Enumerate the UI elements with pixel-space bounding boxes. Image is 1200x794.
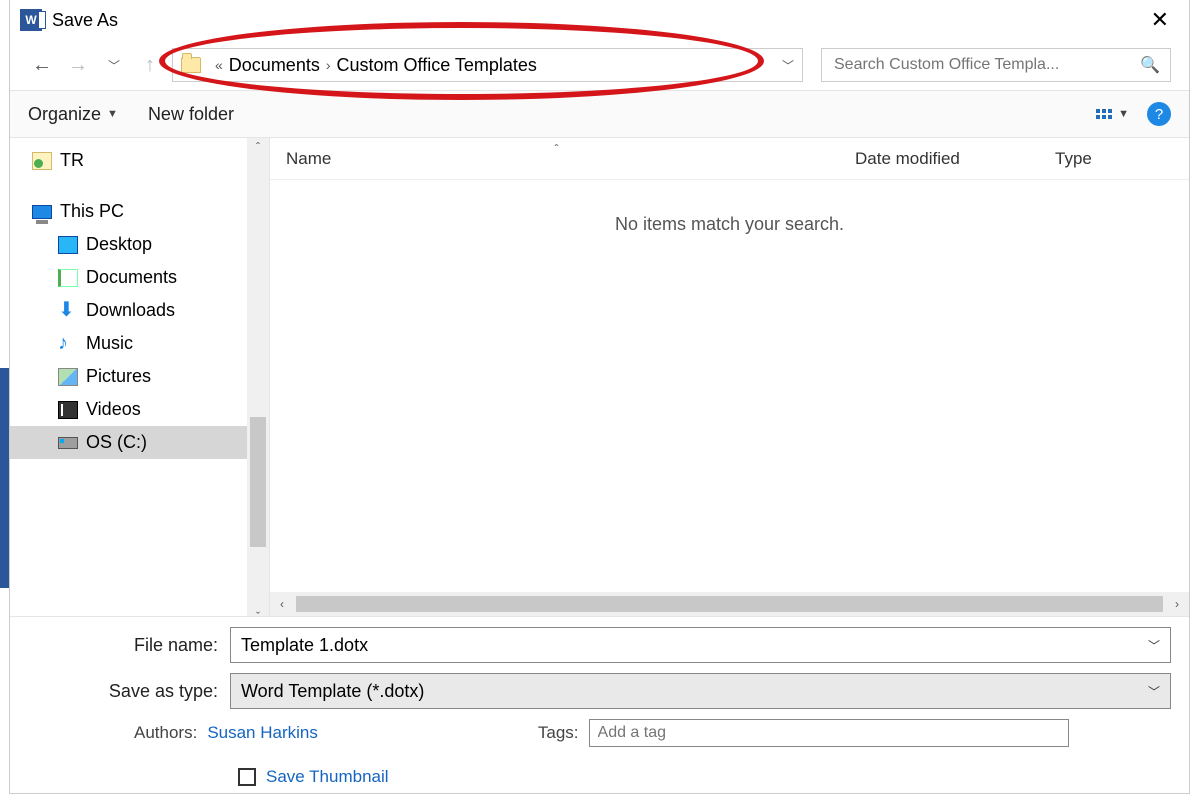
- address-bar[interactable]: « Documents › Custom Office Templates ﹀: [172, 48, 803, 82]
- column-date[interactable]: Date modified: [839, 149, 1039, 169]
- chevron-icon: «: [215, 57, 223, 73]
- tree-label: Downloads: [86, 300, 175, 321]
- window-title: Save As: [52, 10, 118, 31]
- scroll-up-icon[interactable]: ˆ: [247, 140, 269, 154]
- nav-back-button[interactable]: ←: [28, 51, 56, 79]
- titlebar: W Save As ✕: [10, 0, 1189, 40]
- tree-item-music[interactable]: ♪ Music: [10, 327, 269, 360]
- empty-message: No items match your search.: [270, 214, 1189, 235]
- column-name-label: Name: [286, 149, 331, 168]
- tree-label: Pictures: [86, 366, 151, 387]
- column-headers: Name ˆ Date modified Type: [270, 138, 1189, 180]
- new-folder-button[interactable]: New folder: [148, 104, 234, 125]
- pc-icon: [32, 205, 52, 219]
- scroll-left-icon[interactable]: ‹: [270, 592, 294, 616]
- breadcrumb-parent[interactable]: Documents: [229, 55, 320, 76]
- word-icon: W: [20, 9, 42, 31]
- chevron-down-icon: ▼: [1118, 108, 1129, 120]
- authors-value[interactable]: Susan Harkins: [207, 723, 318, 743]
- column-date-label: Date modified: [855, 149, 960, 168]
- view-options-button[interactable]: ▼: [1096, 108, 1129, 120]
- pictures-icon: [58, 368, 78, 386]
- scroll-thumb[interactable]: [250, 417, 266, 547]
- savetype-label: Save as type:: [28, 681, 218, 702]
- scroll-down-icon[interactable]: ˬ: [247, 600, 269, 614]
- search-icon[interactable]: 🔍: [1140, 55, 1160, 75]
- tree-label: Desktop: [86, 234, 152, 255]
- tree-label: OS (C:): [86, 432, 147, 453]
- tree-item-documents[interactable]: Documents: [10, 261, 269, 294]
- save-thumbnail-label[interactable]: Save Thumbnail: [266, 767, 389, 787]
- authors-label: Authors:: [134, 723, 197, 743]
- sidebar-scrollbar[interactable]: ˆ ˬ: [247, 138, 269, 616]
- tree-item-downloads[interactable]: ⬇ Downloads: [10, 294, 269, 327]
- nav-row: ← → ﹀ ↑ « Documents › Custom Office Temp…: [10, 40, 1189, 90]
- tree-label: TR: [60, 150, 84, 171]
- save-form: File name: Template 1.dotx ﹀ Save as typ…: [10, 616, 1189, 793]
- tree-label: Documents: [86, 267, 177, 288]
- close-button[interactable]: ✕: [1141, 3, 1179, 37]
- tree-label: Videos: [86, 399, 141, 420]
- main-pane: TR This PC Desktop Documents ⬇Downloads …: [10, 138, 1189, 616]
- chevron-down-icon[interactable]: ﹀: [1148, 637, 1160, 654]
- tags-label: Tags:: [538, 723, 579, 743]
- organize-label: Organize: [28, 104, 101, 125]
- sidebar-tree: TR This PC Desktop Documents ⬇Downloads …: [10, 138, 270, 616]
- column-type[interactable]: Type: [1039, 149, 1189, 169]
- search-input[interactable]: [832, 55, 1140, 75]
- view-grid-icon: [1096, 109, 1112, 119]
- folder-check-icon: [32, 152, 52, 170]
- tree-item-tr[interactable]: TR: [10, 144, 269, 177]
- help-button[interactable]: ?: [1147, 102, 1171, 126]
- new-folder-label: New folder: [148, 104, 234, 125]
- column-type-label: Type: [1055, 149, 1092, 168]
- tree-label: Music: [86, 333, 133, 354]
- tree-item-pictures[interactable]: Pictures: [10, 360, 269, 393]
- chevron-right-icon: ›: [326, 57, 331, 73]
- videos-icon: [58, 401, 78, 419]
- hscroll-thumb[interactable]: [296, 596, 1163, 612]
- filename-input[interactable]: Template 1.dotx ﹀: [230, 627, 1171, 663]
- tree-item-this-pc[interactable]: This PC: [10, 195, 269, 228]
- tree-item-desktop[interactable]: Desktop: [10, 228, 269, 261]
- address-dropdown[interactable]: ﹀: [782, 57, 794, 74]
- savetype-select[interactable]: Word Template (*.dotx) ﹀: [230, 673, 1171, 709]
- chevron-down-icon[interactable]: ﹀: [1148, 683, 1160, 700]
- folder-icon: [181, 57, 201, 73]
- tree-item-os-c[interactable]: OS (C:): [10, 426, 269, 459]
- search-box[interactable]: 🔍: [821, 48, 1171, 82]
- app-left-edge: [0, 368, 9, 588]
- breadcrumb-current[interactable]: Custom Office Templates: [337, 55, 537, 76]
- downloads-icon: ⬇: [58, 302, 78, 320]
- chevron-down-icon: ▼: [107, 108, 118, 120]
- filename-label: File name:: [28, 635, 218, 656]
- tags-input[interactable]: [589, 719, 1069, 747]
- file-list-pane: Name ˆ Date modified Type No items match…: [270, 138, 1189, 616]
- filename-value: Template 1.dotx: [241, 635, 368, 656]
- nav-up-button[interactable]: ↑: [136, 51, 164, 79]
- drive-icon: [58, 437, 78, 449]
- sort-indicator-icon: ˆ: [555, 142, 559, 156]
- organize-button[interactable]: Organize ▼: [28, 104, 118, 125]
- savetype-value: Word Template (*.dotx): [241, 681, 424, 702]
- desktop-icon: [58, 236, 78, 254]
- tree-label: This PC: [60, 201, 124, 222]
- column-name[interactable]: Name ˆ: [270, 149, 839, 169]
- documents-icon: [58, 269, 78, 287]
- music-icon: ♪: [58, 335, 78, 353]
- nav-forward-button[interactable]: →: [64, 51, 92, 79]
- file-list-hscroll[interactable]: ‹ ›: [270, 592, 1189, 616]
- nav-recent-dropdown[interactable]: ﹀: [100, 51, 128, 79]
- save-thumbnail-checkbox[interactable]: [238, 768, 256, 786]
- save-as-dialog: W Save As ✕ ← → ﹀ ↑ « Documents › Custom…: [9, 0, 1190, 794]
- toolbar: Organize ▼ New folder ▼ ?: [10, 90, 1189, 138]
- tree-item-videos[interactable]: Videos: [10, 393, 269, 426]
- scroll-right-icon[interactable]: ›: [1165, 592, 1189, 616]
